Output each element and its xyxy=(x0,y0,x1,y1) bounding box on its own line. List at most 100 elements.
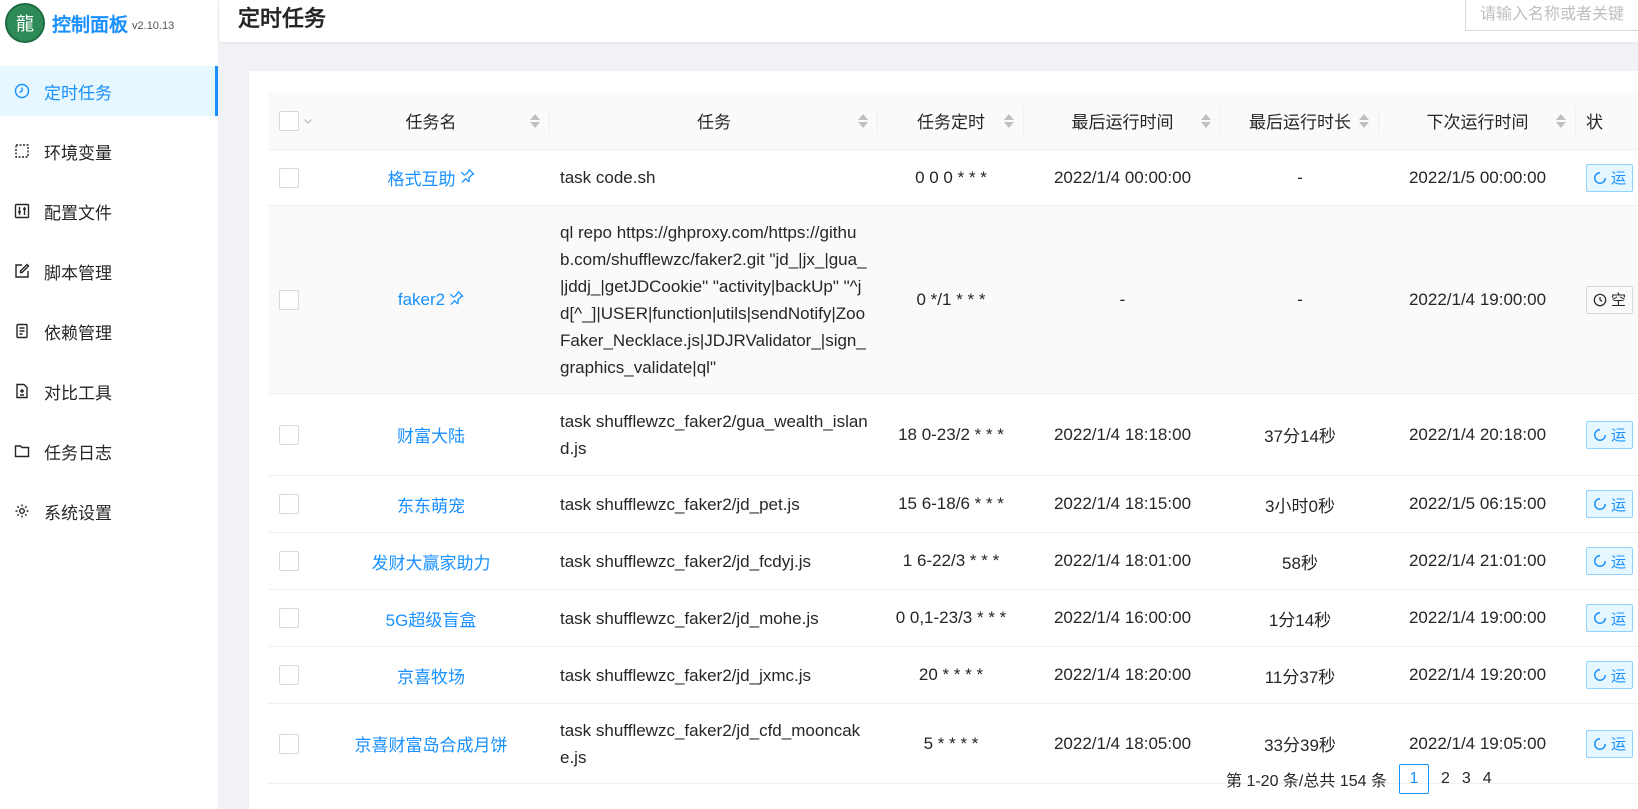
task-next-run: 2022/1/4 20:18:00 xyxy=(1408,424,1547,444)
task-command: ql repo https://ghproxy.com/https://gith… xyxy=(560,222,867,377)
task-name-link[interactable]: 京喜财富岛合成月饼 xyxy=(355,731,508,756)
row-checkbox[interactable] xyxy=(279,733,299,754)
table-row[interactable]: 京喜牧场 task shufflewzc_faker2/jd_jxmc.js 20 … xyxy=(268,647,1638,704)
loading-icon xyxy=(1593,171,1607,185)
page-header: 定时任务 xyxy=(219,0,1638,42)
table-row[interactable]: faker2 ql repo https://ghproxy.com/https:… xyxy=(268,206,1638,394)
page-4[interactable]: 4 xyxy=(1483,770,1492,788)
sort-icon[interactable] xyxy=(1004,113,1014,128)
sort-icon[interactable] xyxy=(858,113,868,128)
loading-icon xyxy=(1593,497,1607,511)
task-last-run: 2022/1/4 16:00:00 xyxy=(1053,608,1192,627)
status-text: 运 xyxy=(1611,496,1627,514)
task-name-link[interactable]: 格式互助 xyxy=(388,165,475,190)
task-command: task code.sh xyxy=(560,168,656,187)
status-text: 运 xyxy=(1611,170,1627,187)
row-checkbox[interactable] xyxy=(279,551,299,571)
sidebar-item-0[interactable]: 定时任务 xyxy=(0,66,218,116)
table-row[interactable]: 5G超级盲盒 task shufflewzc_faker2/jd_mohe.js 0… xyxy=(268,590,1638,647)
sidebar-item-5[interactable]: 对比工具 xyxy=(0,366,218,416)
status-badge: 运 xyxy=(1586,490,1634,518)
row-checkbox[interactable] xyxy=(279,665,299,685)
task-name-link[interactable]: 东东萌宠 xyxy=(397,492,465,517)
page-3[interactable]: 3 xyxy=(1462,770,1471,788)
task-name-link[interactable]: faker2 xyxy=(398,290,464,310)
task-next-run: 2022/1/4 19:20:00 xyxy=(1408,665,1547,684)
column-header-cron[interactable]: 任务定时 xyxy=(878,92,1024,149)
task-last-run: 2022/1/4 18:18:00 xyxy=(1053,424,1192,444)
sidebar-item-2[interactable]: 配置文件 xyxy=(0,186,218,236)
row-checkbox[interactable] xyxy=(279,167,299,188)
row-check-cell xyxy=(268,494,312,514)
task-status-cell: 运 xyxy=(1576,420,1638,449)
column-header-next-run[interactable]: 下次运行时间 xyxy=(1379,92,1576,149)
loading-icon xyxy=(1593,668,1607,682)
clock-icon xyxy=(1593,293,1607,307)
column-header-duration[interactable]: 最后运行时长 xyxy=(1221,92,1379,149)
sort-icon[interactable] xyxy=(1359,113,1369,128)
column-header-label: 状 xyxy=(1586,113,1603,132)
task-duration: 3小时0秒 xyxy=(1265,496,1335,516)
sort-icon[interactable] xyxy=(530,113,540,128)
app-version: v2.10.13 xyxy=(132,19,175,32)
table-header: 任务名 任务 任务定时 最后运行时间 最后运行时长 下次运行时间 状 xyxy=(268,92,1638,150)
loading-icon xyxy=(1593,737,1607,751)
edit-icon xyxy=(14,263,30,279)
column-header-label: 任务定时 xyxy=(917,113,985,132)
sidebar-item-4[interactable]: 依赖管理 xyxy=(0,306,218,356)
column-header-status[interactable]: 状 xyxy=(1576,92,1638,149)
sort-icon[interactable] xyxy=(1201,113,1211,128)
task-name-cell: 京喜财富岛合成月饼 xyxy=(312,731,550,756)
row-check-cell xyxy=(268,167,312,188)
column-header-name[interactable]: 任务名 xyxy=(312,92,550,149)
task-name-link[interactable]: 5G超级盲盒 xyxy=(386,606,477,631)
table-row[interactable]: 财富大陆 task shufflewzc_faker2/gua_wealth_is… xyxy=(268,394,1638,476)
task-name-link[interactable]: 京喜牧场 xyxy=(397,663,465,688)
task-status-cell: 运 xyxy=(1576,729,1638,758)
dragon-logo-icon: 龍 xyxy=(5,3,45,43)
task-cron: 18 0-23/2 * * * xyxy=(898,424,1004,444)
table-row[interactable]: 格式互助 task code.sh 0 0 0 * * * 2022/1/4 00:0… xyxy=(268,150,1638,206)
task-command: task shufflewzc_faker2/gua_wealth_island… xyxy=(560,411,868,458)
search-input[interactable] xyxy=(1465,0,1638,31)
sidebar-item-7[interactable]: 系统设置 xyxy=(0,486,218,536)
column-header-last-run[interactable]: 最后运行时间 xyxy=(1024,92,1221,149)
status-badge: 运 xyxy=(1586,661,1634,689)
tasks-table: 任务名 任务 任务定时 最后运行时间 最后运行时长 下次运行时间 状 格式互助 task co… xyxy=(268,92,1638,784)
task-cron: 0 0,1-23/3 * * * xyxy=(895,608,1007,627)
task-name: 5G超级盲盒 xyxy=(385,610,477,630)
page-2[interactable]: 2 xyxy=(1441,770,1450,788)
task-name-link[interactable]: 财富大陆 xyxy=(397,422,465,447)
variable-icon xyxy=(14,143,30,159)
table-row[interactable]: 发财大赢家助力 task shufflewzc_faker2/jd_fcdyj.j… xyxy=(268,533,1638,590)
sidebar-item-1[interactable]: 环境变量 xyxy=(0,126,218,176)
task-name-cell: 东东萌宠 xyxy=(312,492,550,517)
row-checkbox[interactable] xyxy=(279,424,299,445)
logo[interactable]: 龍 控制面板 v2.10.13 xyxy=(0,0,218,46)
task-status-cell: 运 xyxy=(1576,490,1638,518)
column-header-task[interactable]: 任务 xyxy=(550,92,878,149)
sidebar-item-6[interactable]: 任务日志 xyxy=(0,426,218,476)
task-name-link[interactable]: 发财大赢家助力 xyxy=(372,549,491,574)
task-cron: 0 */1 * * * xyxy=(916,289,986,309)
row-checkbox[interactable] xyxy=(279,608,299,628)
status-text: 空 xyxy=(1611,292,1627,309)
table-row[interactable]: 东东萌宠 task shufflewzc_faker2/jd_pet.js 15 6… xyxy=(268,476,1638,533)
column-header-label: 下次运行时间 xyxy=(1426,113,1529,132)
row-check-cell xyxy=(268,733,312,754)
status-badge: 运 xyxy=(1586,729,1634,758)
page-current[interactable]: 1 xyxy=(1398,764,1429,794)
row-checkbox[interactable] xyxy=(279,494,299,514)
task-last-run: 2022/1/4 18:20:00 xyxy=(1053,665,1192,684)
task-next-run: 2022/1/5 06:15:00 xyxy=(1408,494,1547,513)
select-all-checkbox[interactable] xyxy=(279,110,299,131)
sidebar-item-3[interactable]: 脚本管理 xyxy=(0,246,218,296)
task-name-cell: 发财大赢家助力 xyxy=(312,549,550,574)
task-last-run: 2022/1/4 18:05:00 xyxy=(1053,733,1192,753)
task-name: 京喜牧场 xyxy=(397,667,465,687)
task-last-run: 2022/1/4 18:01:00 xyxy=(1053,551,1192,570)
sort-icon[interactable] xyxy=(1556,113,1566,128)
row-checkbox[interactable] xyxy=(279,289,299,310)
task-cron: 15 6-18/6 * * * xyxy=(898,494,1004,513)
task-cron: 5 * * * * xyxy=(923,733,979,753)
